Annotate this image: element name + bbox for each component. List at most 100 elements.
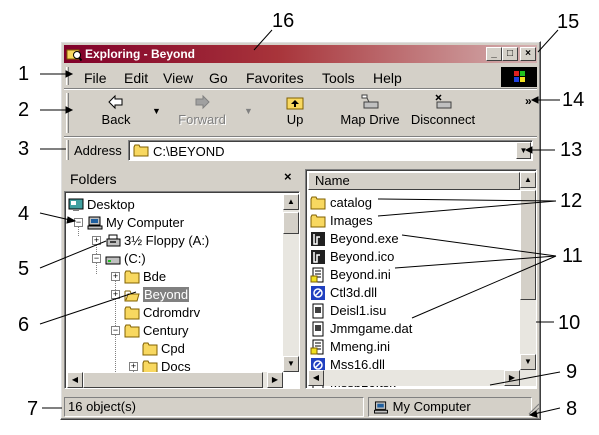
folders-pane-close-button[interactable]: × xyxy=(284,169,292,184)
menu-tools[interactable]: Tools xyxy=(322,70,355,86)
tree-item-cdromdrv[interactable]: Cdromdrv xyxy=(124,304,200,322)
tree-horizontal-scrollbar[interactable]: ◀ ▶ xyxy=(67,372,283,388)
folders-pane-title: Folders xyxy=(70,171,117,187)
back-arrow-icon xyxy=(108,94,123,110)
menu-help[interactable]: Help xyxy=(373,70,402,86)
maximize-button[interactable]: □ xyxy=(502,47,518,61)
scroll-left-icon[interactable]: ◀ xyxy=(67,372,83,388)
callout-8: 8 xyxy=(566,398,578,420)
file-name: catalog xyxy=(330,195,372,211)
scroll-up-icon[interactable]: ▲ xyxy=(283,194,299,210)
window-title: Exploring - Beyond xyxy=(85,47,196,61)
scroll-up-icon[interactable]: ▲ xyxy=(520,172,536,188)
desktop-icon xyxy=(68,198,84,211)
tree-item-desktop[interactable]: Desktop xyxy=(68,196,135,214)
forward-label: Forward xyxy=(178,112,226,127)
menu-edit[interactable]: Edit xyxy=(124,70,148,86)
back-button[interactable]: Back xyxy=(96,94,136,127)
collapse-icon[interactable]: − xyxy=(111,326,120,335)
resize-grip-icon[interactable] xyxy=(528,403,540,415)
exe-icon xyxy=(311,231,325,246)
toolbar-chevron-icon[interactable]: » xyxy=(525,94,532,108)
map-drive-button[interactable]: Map Drive xyxy=(337,94,403,127)
file-list-item[interactable]: Beyond.exe xyxy=(310,230,399,248)
scroll-down-icon[interactable]: ▼ xyxy=(283,356,299,372)
up-label: Up xyxy=(286,112,304,127)
scroll-thumb[interactable] xyxy=(520,190,536,300)
scroll-left-icon[interactable]: ◀ xyxy=(308,370,324,386)
tree-item-bde[interactable]: Bde xyxy=(124,268,166,286)
expand-icon[interactable]: + xyxy=(92,236,101,245)
status-location-label: My Computer xyxy=(392,399,471,414)
files-vertical-scrollbar[interactable]: ▲ ▼ xyxy=(520,172,536,370)
title-bar[interactable]: Exploring - Beyond _ □ × xyxy=(64,45,537,63)
collapse-icon[interactable]: − xyxy=(74,218,83,227)
file-list-item[interactable]: catalog xyxy=(310,194,372,212)
scroll-right-icon[interactable]: ▶ xyxy=(504,370,520,386)
scroll-down-icon[interactable]: ▼ xyxy=(520,354,536,370)
exe-icon xyxy=(311,249,325,264)
forward-button[interactable]: Forward xyxy=(174,94,230,127)
tree-item-floppy[interactable]: 3½ Floppy (A:) xyxy=(105,232,209,250)
file-name: Beyond.ico xyxy=(330,249,395,265)
file-icon xyxy=(312,321,324,337)
tree-item-beyond[interactable]: Beyond xyxy=(124,286,190,304)
callout-14: 14 xyxy=(562,89,585,111)
close-button[interactable]: × xyxy=(520,47,536,61)
file-list-item[interactable]: Beyond.ico xyxy=(310,248,394,266)
disconnect-button[interactable]: Disconnect xyxy=(407,94,479,127)
back-label: Back xyxy=(101,112,131,127)
expand-icon[interactable]: + xyxy=(129,362,138,371)
minimize-button[interactable]: _ xyxy=(486,47,502,61)
forward-dropdown-icon[interactable]: ▼ xyxy=(244,106,253,116)
file-list-item[interactable]: Jmmgame.dat xyxy=(310,320,412,338)
back-dropdown-icon[interactable]: ▼ xyxy=(152,106,161,116)
tree-item-drive-c[interactable]: (C:) xyxy=(105,250,146,268)
disconnect-drive-icon xyxy=(435,94,452,109)
scroll-thumb[interactable] xyxy=(83,372,263,388)
file-name: Beyond.ini xyxy=(330,267,391,283)
map-drive-icon xyxy=(361,94,379,109)
explorer-app-icon xyxy=(66,49,82,62)
file-list-item[interactable]: Beyond.ini xyxy=(310,266,391,284)
explorer-window: Exploring - Beyond _ □ × File Edit View … xyxy=(60,41,541,420)
up-button[interactable]: Up xyxy=(280,94,310,127)
up-folder-icon xyxy=(286,97,304,110)
status-location: My Computer xyxy=(368,397,532,417)
tree-item-cpd[interactable]: Cpd xyxy=(142,340,185,358)
file-list-item[interactable]: Deisl1.isu xyxy=(310,302,386,320)
tree-vertical-scrollbar[interactable]: ▲ ▼ xyxy=(283,194,299,372)
file-list-item[interactable]: Mmeng.ini xyxy=(310,338,390,356)
menu-go[interactable]: Go xyxy=(209,70,228,86)
collapse-icon[interactable]: − xyxy=(92,254,101,263)
file-list-item[interactable]: Images xyxy=(310,212,373,230)
file-list-item[interactable]: Ctl3d.dll xyxy=(310,284,377,302)
menu-file[interactable]: File xyxy=(84,70,107,86)
file-name: Ctl3d.dll xyxy=(330,285,377,301)
addressbar-grip[interactable] xyxy=(66,140,69,160)
toolbar-grip[interactable] xyxy=(66,93,69,133)
tree-item-my-computer[interactable]: My Computer xyxy=(87,214,184,232)
menubar-grip[interactable] xyxy=(66,67,69,85)
file-list: Name catalog Images Beyond.exe Beyond.ico Be… xyxy=(305,169,537,389)
leader-line-15 xyxy=(537,29,559,53)
address-value: C:\BEYOND xyxy=(153,144,225,159)
expand-icon[interactable]: + xyxy=(111,272,120,281)
files-horizontal-scrollbar[interactable]: ◀ ▶ xyxy=(308,370,536,386)
forward-arrow-icon xyxy=(195,94,210,110)
scroll-right-icon[interactable]: ▶ xyxy=(267,372,283,388)
menu-view[interactable]: View xyxy=(163,70,193,86)
address-input[interactable]: C:\BEYOND ▼ xyxy=(128,140,533,161)
floppy-icon xyxy=(106,234,121,247)
expand-icon[interactable]: + xyxy=(111,290,120,299)
scroll-thumb[interactable] xyxy=(283,212,299,234)
name-column-header[interactable]: Name xyxy=(308,172,520,190)
tree-item-century[interactable]: Century xyxy=(124,322,189,340)
address-dropdown-icon[interactable]: ▼ xyxy=(516,142,531,159)
standard-toolbar: Back ▼ Forward ▼ Up Map Drive Disconnect… xyxy=(64,90,537,136)
callout-3: 3 xyxy=(18,138,30,160)
callout-16: 16 xyxy=(272,10,295,32)
menu-favorites[interactable]: Favorites xyxy=(246,70,304,86)
file-name: Images xyxy=(330,213,373,229)
disconnect-label: Disconnect xyxy=(410,112,476,127)
